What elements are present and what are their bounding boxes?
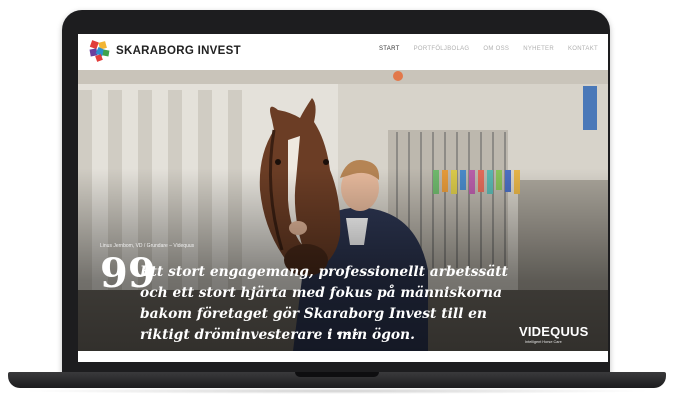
nav-item-om-oss[interactable]: OM OSS <box>483 46 509 52</box>
hero-slider: Linus Jernbom, VD / Grundare – Videquus … <box>78 70 608 351</box>
partner-tagline: Intelligent Horse Care <box>525 340 562 344</box>
quote-line: Ett stort engagemang, professionellt arb… <box>140 264 509 280</box>
laptop-shadow <box>20 388 654 394</box>
nav-item-nyheter[interactable]: NYHETER <box>523 46 554 52</box>
nav-item-portfoljbolag[interactable]: PORTFÖLJBOLAG <box>414 46 470 52</box>
quote-line: bakom företaget gör Skaraborg Invest til… <box>140 306 487 322</box>
slider-dot[interactable] <box>337 332 340 335</box>
slider-dot[interactable] <box>328 332 331 335</box>
quote-line: och ett stort hjärta med fokus på männis… <box>140 285 503 301</box>
hero-caption: Linus Jernbom, VD / Grundare – Videquus <box>100 243 195 249</box>
site-header: SKARABORG INVEST START PORTFÖLJBOLAG OM … <box>78 34 608 70</box>
laptop-base <box>8 372 666 388</box>
laptop-screen: SKARABORG INVEST START PORTFÖLJBOLAG OM … <box>78 34 608 362</box>
quote-line: riktigt dröminvesterare i min ögon. <box>140 327 415 343</box>
nav-item-kontakt[interactable]: KONTAKT <box>568 46 598 52</box>
content-strip <box>78 351 608 362</box>
slider-dot[interactable] <box>346 332 349 335</box>
nav-item-start[interactable]: START <box>379 46 400 52</box>
slider-pagination <box>78 332 608 335</box>
laptop-notch <box>295 372 379 377</box>
puzzle-logo-icon[interactable] <box>88 39 112 63</box>
slider-dot[interactable] <box>355 332 358 335</box>
brand-name[interactable]: SKARABORG INVEST <box>116 45 241 57</box>
main-nav: START PORTFÖLJBOLAG OM OSS NYHETER KONTA… <box>379 46 598 52</box>
